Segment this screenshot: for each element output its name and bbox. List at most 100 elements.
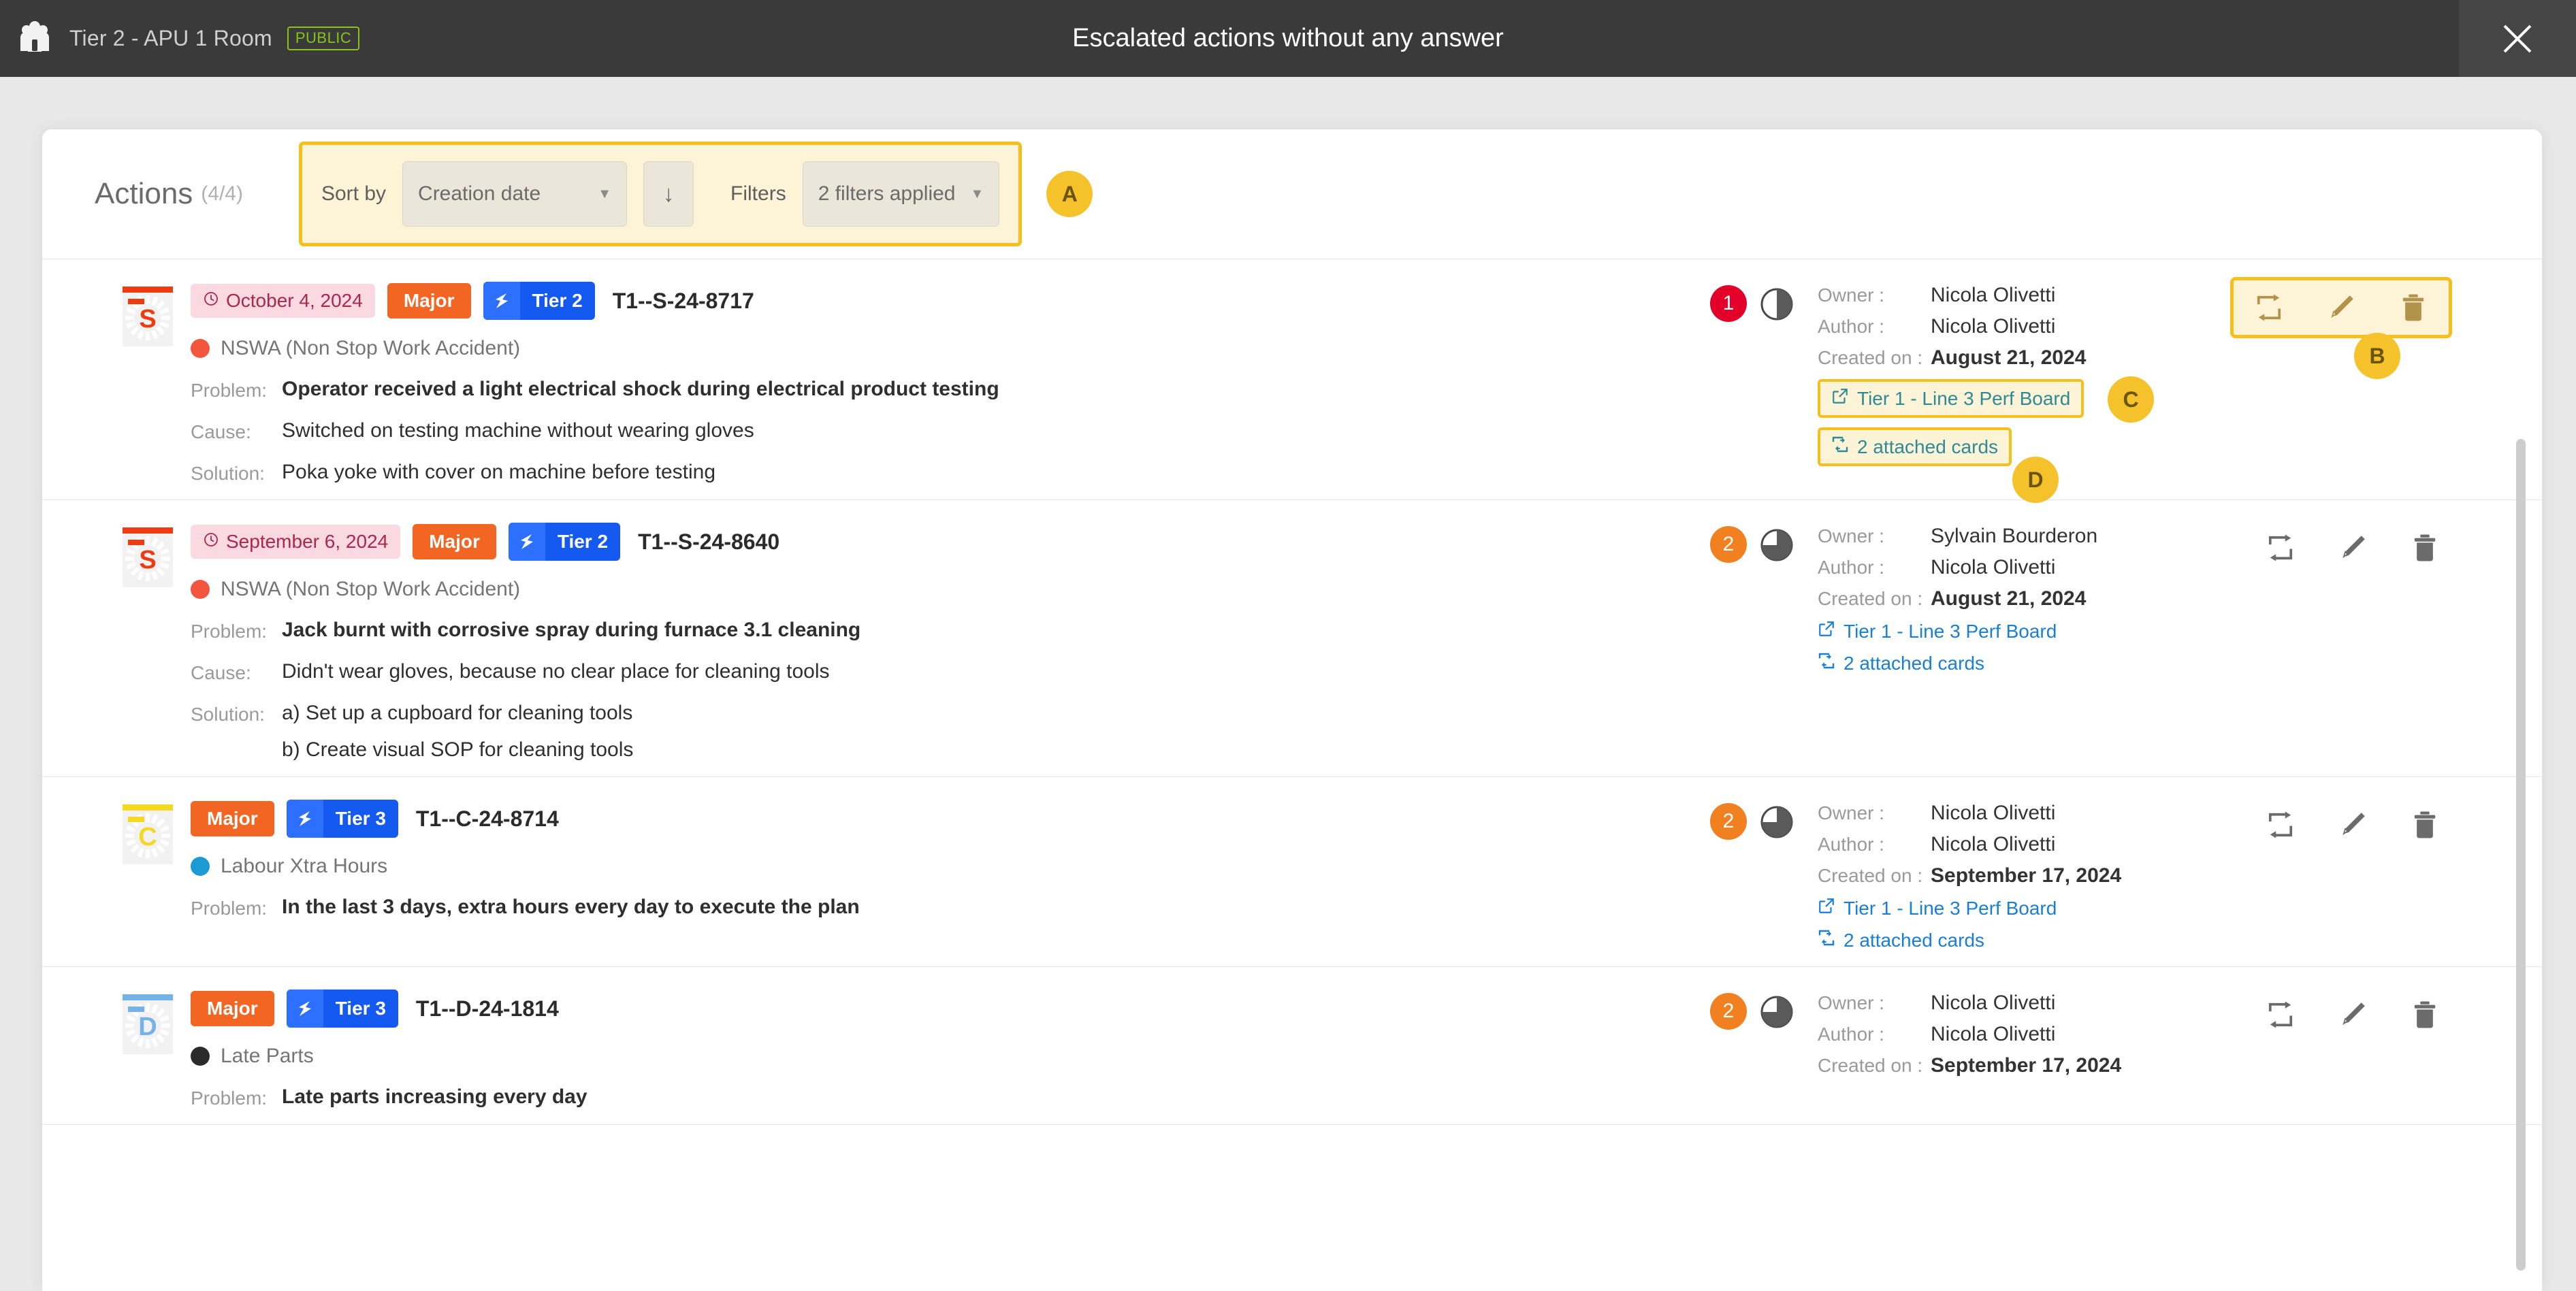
window-title-bar: Tier 2 - APU 1 Room PUBLIC Escalated act… [0, 0, 2576, 77]
trash-icon[interactable] [2410, 1000, 2440, 1030]
created-line: Created on : September 17, 2024 [1818, 864, 2430, 887]
category-name: NSWA (Non Stop Work Accident) [221, 578, 521, 600]
attached-cards-link[interactable]: 2 attached cards [1818, 929, 2430, 951]
cause-value: Didn't wear gloves, because no clear pla… [282, 660, 830, 683]
attached-cards-link[interactable]: 2 attached cards [1818, 427, 2012, 466]
board-link[interactable]: Tier 1 - Line 3 Perf Board [1818, 620, 2430, 642]
tier-label: Tier 3 [335, 998, 386, 1019]
reference-code: T1--C-24-8714 [415, 806, 559, 831]
action-row[interactable]: S September 6, 2024 Major Tier 2 T1--S-24… [42, 500, 2542, 777]
vertical-scrollbar[interactable] [2516, 439, 2526, 1271]
created-line: Created on : August 21, 2024 [1818, 346, 2430, 370]
sort-direction-button[interactable]: ↓ [643, 161, 694, 227]
category-name: NSWA (Non Stop Work Accident) [221, 337, 521, 359]
action-row-body: September 6, 2024 Major Tier 2 T1--S-24-8… [191, 521, 1710, 762]
page-title: Actions [95, 177, 193, 210]
author-label: Author : [1818, 316, 1885, 337]
created-on-label: Created on : [1818, 347, 1923, 368]
visibility-badge: PUBLIC [287, 27, 360, 50]
created-line: Created on : September 17, 2024 [1818, 1054, 2430, 1077]
action-row-body: Major Tier 3 T1--C-24-8714 Labour Xtra H… [191, 798, 1710, 919]
reference-code: T1--D-24-1814 [415, 996, 559, 1021]
created-line: Created on : August 21, 2024 [1818, 587, 2430, 610]
category-color-dot [191, 580, 210, 599]
callout-d: D [2012, 457, 2059, 503]
created-on-label: Created on : [1818, 588, 1923, 609]
category-name: Labour Xtra Hours [221, 855, 388, 877]
duplicate-icon[interactable] [2266, 1000, 2296, 1030]
action-row-body: Major Tier 3 T1--D-24-1814 Late Parts Pr… [191, 987, 1710, 1109]
action-row[interactable]: D Major Tier 3 T1--D-24-1814 Late Parts … [42, 967, 2542, 1125]
cause-label: Cause: [191, 662, 251, 683]
problem-field: Problem: Late parts increasing every day [191, 1085, 1710, 1109]
board-link[interactable]: Tier 1 - Line 3 Perf Board [1818, 897, 2430, 919]
owner-label: Owner : [1818, 525, 1885, 546]
external-link-icon [1818, 897, 1835, 919]
action-type-tile: D [123, 994, 173, 1054]
owner-label: Owner : [1818, 284, 1885, 306]
escalation-count-badge: 1 [1710, 285, 1747, 322]
external-link-icon [1831, 387, 1849, 410]
severity-badge: Major [413, 524, 496, 559]
filters-select[interactable]: 2 filters applied ▼ [802, 161, 1000, 227]
severity-badge: Major [191, 991, 274, 1026]
cause-field: Cause: Didn't wear gloves, because no cl… [191, 660, 1710, 684]
edit-pencil-icon[interactable] [2326, 293, 2356, 323]
action-type-tile: C [123, 804, 173, 864]
due-date-text: September 6, 2024 [226, 531, 389, 552]
escalation-count-badge: 2 [1710, 993, 1747, 1030]
trash-icon[interactable] [2398, 293, 2428, 323]
tier-lightning-icon [286, 800, 323, 838]
owner-value: Nicola Olivetti [1931, 802, 2056, 824]
duplicate-icon[interactable] [2266, 533, 2296, 563]
edit-pencil-icon[interactable] [2338, 1000, 2368, 1030]
trash-icon[interactable] [2410, 533, 2440, 563]
action-row[interactable]: C Major Tier 3 T1--C-24-8714 Labour Xtra… [42, 777, 2542, 967]
window-title: Escalated actions without any answer [1072, 24, 1504, 52]
action-type-tile: S [123, 287, 173, 346]
status-indicators: 1 [1710, 280, 1818, 323]
duplicate-icon[interactable] [2254, 293, 2284, 323]
action-row[interactable]: S October 4, 2024 Major Tier 2 T1--S-24-8… [42, 259, 2542, 503]
callout-c: C [2108, 376, 2154, 423]
author-value: Nicola Olivetti [1931, 1023, 2056, 1045]
solution-line: a) Set up a cupboard for cleaning tools [282, 702, 633, 724]
problem-label: Problem: [191, 621, 268, 642]
author-label: Author : [1818, 1024, 1885, 1045]
callout-a: A [1046, 171, 1093, 217]
edit-pencil-icon[interactable] [2338, 810, 2368, 840]
reference-code: T1--S-24-8640 [638, 529, 780, 554]
tier-label: Tier 2 [557, 531, 609, 552]
row-action-tools [2266, 1000, 2440, 1030]
action-row-content: D Major Tier 3 T1--D-24-1814 Late Parts … [42, 987, 1710, 1109]
edit-pencil-icon[interactable] [2338, 533, 2368, 563]
duplicate-icon[interactable] [2266, 810, 2296, 840]
problem-value: Jack burnt with corrosive spray during f… [282, 619, 861, 641]
owner-value: Sylvain Bourderon [1931, 525, 2098, 547]
problem-field: Problem: In the last 3 days, extra hours… [191, 896, 1710, 919]
severity-badge: Major [387, 283, 471, 318]
action-row-content: C Major Tier 3 T1--C-24-8714 Labour Xtra… [42, 798, 1710, 919]
author-value: Nicola Olivetti [1931, 315, 2056, 338]
progress-pie-icon [1758, 803, 1796, 841]
board-link-label: Tier 1 - Line 3 Perf Board [1844, 620, 2057, 642]
action-row-content: S October 4, 2024 Major Tier 2 T1--S-24-8… [42, 280, 1710, 485]
trash-icon[interactable] [2410, 810, 2440, 840]
attached-cards-link[interactable]: 2 attached cards [1818, 652, 2430, 674]
sort-by-select[interactable]: Creation date ▼ [402, 161, 628, 227]
tier-lightning-icon [286, 990, 323, 1028]
board-link[interactable]: Tier 1 - Line 3 Perf Board [1818, 379, 2084, 418]
category: NSWA (Non Stop Work Accident) [191, 578, 1710, 601]
tier-badge: Tier 2 [508, 523, 621, 561]
problem-label: Problem: [191, 380, 268, 401]
close-button[interactable] [2459, 0, 2576, 77]
status-indicators: 2 [1710, 521, 1818, 564]
cause-field: Cause: Switched on testing machine witho… [191, 419, 1710, 443]
tier-badge: Tier 3 [286, 990, 398, 1028]
due-date-badge: October 4, 2024 [191, 284, 375, 318]
created-on-label: Created on : [1818, 1055, 1923, 1076]
svg-text:C: C [138, 823, 157, 851]
tier-label: Tier 3 [335, 808, 386, 829]
created-on-label: Created on : [1818, 865, 1923, 886]
owner-value: Nicola Olivetti [1931, 284, 2056, 306]
